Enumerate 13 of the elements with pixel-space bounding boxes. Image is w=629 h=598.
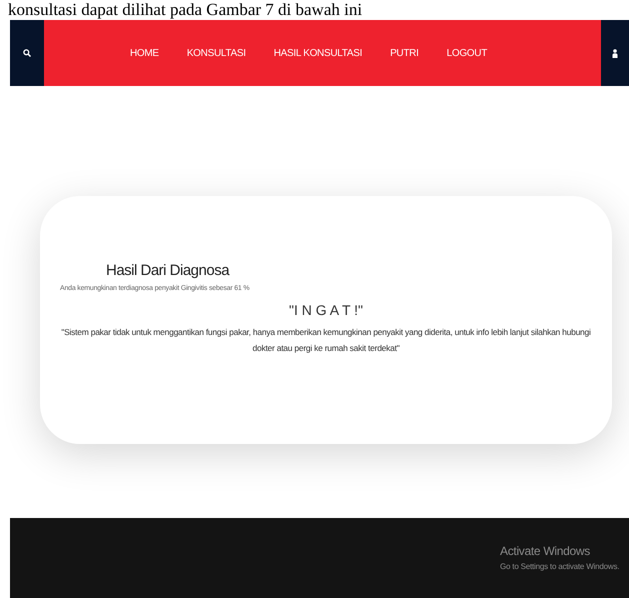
document-text: konsultasi dapat dilihat pada Gambar 7 di bawah ini <box>7 0 362 20</box>
activation-text: Go to Settings to activate Windows. <box>500 562 620 571</box>
nav-link[interactable]: HASIL KONSULTASI <box>260 44 376 62</box>
nav-link[interactable]: HOME <box>116 44 173 62</box>
nav-link[interactable]: LOGOUT <box>432 44 502 62</box>
warning-title: "I N G A T !" <box>288 302 364 318</box>
nav-link[interactable]: PUTRI <box>376 44 433 62</box>
warning-text: "Sistem pakar tidak untuk menggantikan fungsi pakar, hanya memberikan kemungkinan penyakit yang diderita, untuk info lebih lanjut silahkan hubungi dokter atau pergi ke rumah sakit terdekat" <box>60 326 592 355</box>
search-icon[interactable] <box>23 49 31 57</box>
result-title: Hasil Dari Diagnosa <box>106 262 231 279</box>
activation-title: Activate Windows <box>500 544 591 558</box>
nav-link[interactable]: KONSULTASI <box>172 44 260 62</box>
user-icon[interactable] <box>612 48 618 58</box>
